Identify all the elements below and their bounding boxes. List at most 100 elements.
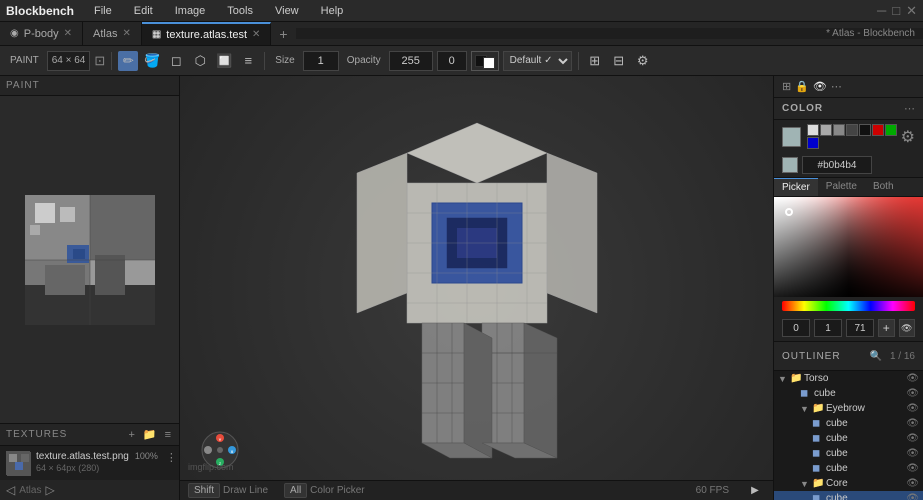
eyebrow-cube-2[interactable]: ◼ cube 👁 bbox=[774, 431, 923, 446]
fill-tool[interactable]: 🪣 bbox=[142, 51, 162, 71]
hue-slider[interactable] bbox=[782, 301, 915, 311]
color-gradient[interactable] bbox=[774, 197, 923, 297]
core-cube-selected[interactable]: ◼ cube 👁 bbox=[774, 491, 923, 500]
group-core: ▼ 📁 Core 👁 ◼ cube 👁 bbox=[774, 476, 923, 500]
pencil-tool[interactable]: ✏ bbox=[118, 51, 138, 71]
select-tool[interactable]: ⬡ bbox=[190, 51, 210, 71]
color-eye-btn[interactable]: 👁 bbox=[899, 319, 916, 337]
tab-add-button[interactable]: + bbox=[271, 26, 295, 42]
hex-color-input[interactable] bbox=[802, 156, 872, 174]
color-picker-area[interactable] bbox=[774, 197, 923, 297]
menu-tools[interactable]: Tools bbox=[221, 3, 259, 19]
group-eyebrow: ▼ 📁 Eyebrow 👁 ◼ cube 👁 bbox=[774, 401, 923, 476]
texture-prev-btn[interactable]: ◁ bbox=[6, 483, 15, 497]
view-icon-dots[interactable]: ⋯ bbox=[831, 80, 842, 93]
outliner-count: 1 / 16 bbox=[890, 351, 915, 362]
swatch-green[interactable] bbox=[885, 124, 897, 136]
all-btn[interactable]: All bbox=[284, 483, 307, 498]
window-close[interactable]: ✕ bbox=[906, 3, 917, 19]
eb3-eye[interactable]: 👁 bbox=[906, 448, 919, 459]
menu-file[interactable]: File bbox=[88, 3, 118, 19]
torso-cube-item[interactable]: ◼ cube 👁 bbox=[774, 386, 923, 401]
eyebrow-eye-icon[interactable]: 👁 bbox=[906, 403, 919, 414]
brush-size-input[interactable] bbox=[303, 51, 339, 71]
menu-help[interactable]: Help bbox=[315, 3, 350, 19]
texture-item-menu-0[interactable]: ⋮ bbox=[164, 451, 179, 464]
texture-menu-icon[interactable]: ≡ bbox=[163, 429, 173, 441]
texture-next-btn[interactable]: ▷ bbox=[45, 483, 54, 497]
texture-item-0[interactable]: texture.atlas.test.png 64 × 64px (280) 1… bbox=[0, 448, 179, 478]
erase-tool[interactable]: ◻ bbox=[166, 51, 186, 71]
viewport[interactable]: Y X Z imgflip.com Shift Draw Line All Co… bbox=[180, 76, 773, 500]
view-icon-grid[interactable]: ⊞ bbox=[782, 80, 791, 93]
group-torso-header[interactable]: ▼ 📁 Torso 👁 bbox=[774, 371, 923, 386]
main-color-swatch[interactable] bbox=[782, 127, 801, 147]
settings-icon[interactable]: ⚙ bbox=[633, 51, 653, 71]
menu-view[interactable]: View bbox=[269, 3, 305, 19]
color-settings-icon[interactable]: ⚙ bbox=[901, 127, 915, 147]
swatch-white[interactable] bbox=[807, 124, 819, 136]
more-tool[interactable]: ≡ bbox=[238, 51, 258, 71]
texture-add-icon[interactable]: + bbox=[126, 429, 136, 441]
offset-input[interactable] bbox=[437, 51, 467, 71]
palette-tab[interactable]: Palette bbox=[818, 178, 865, 196]
status-shift: Shift Draw Line bbox=[188, 483, 268, 498]
menu-edit[interactable]: Edit bbox=[128, 3, 159, 19]
v-input[interactable] bbox=[846, 319, 874, 337]
texture-footer: ◁ Atlas ▷ bbox=[0, 480, 179, 500]
tab-close-p-body[interactable]: ✕ bbox=[64, 28, 72, 39]
color-panel-header: COLOR ⋯ bbox=[774, 98, 923, 120]
paint-canvas[interactable] bbox=[25, 195, 155, 325]
view-icon-lock[interactable]: 🔒 bbox=[795, 80, 809, 93]
torso-eye-icon[interactable]: 👁 bbox=[906, 373, 919, 384]
tab-close-atlas[interactable]: ✕ bbox=[122, 28, 130, 39]
eb2-eye[interactable]: 👁 bbox=[906, 433, 919, 444]
swatch-blue[interactable] bbox=[807, 137, 819, 149]
texture-icons: + 📁 ≡ bbox=[126, 428, 173, 441]
grid-icon[interactable]: ⊞ bbox=[585, 51, 605, 71]
s-input[interactable] bbox=[814, 319, 842, 337]
eyebrow-cube-name-3: cube bbox=[826, 448, 904, 459]
swatch-dgray[interactable] bbox=[846, 124, 858, 136]
tab-atlas[interactable]: Atlas ✕ bbox=[83, 22, 142, 45]
swatch-lgray[interactable] bbox=[820, 124, 832, 136]
eyebrow-cube-3[interactable]: ◼ cube 👁 bbox=[774, 446, 923, 461]
window-maximize[interactable]: □ bbox=[892, 3, 900, 18]
color-picker-tool[interactable]: 🔲 bbox=[214, 51, 234, 71]
color-swatch-main[interactable] bbox=[471, 51, 499, 71]
view-icon-eye[interactable]: 👁 bbox=[813, 80, 827, 93]
eyebrow-cube-4[interactable]: ◼ cube 👁 bbox=[774, 461, 923, 476]
menu-image[interactable]: Image bbox=[169, 3, 212, 19]
torso-cube-eye[interactable]: 👁 bbox=[906, 388, 919, 399]
texture-folder-icon[interactable]: 📁 bbox=[141, 428, 159, 441]
eb4-eye[interactable]: 👁 bbox=[906, 463, 919, 474]
group-core-header[interactable]: ▼ 📁 Core 👁 bbox=[774, 476, 923, 491]
core-folder-icon: 📁 bbox=[812, 478, 824, 489]
tab-texture-atlas[interactable]: ▦ texture.atlas.test ✕ bbox=[142, 22, 272, 45]
eyebrow-cube-1[interactable]: ◼ cube 👁 bbox=[774, 416, 923, 431]
swatch-black[interactable] bbox=[859, 124, 871, 136]
h-input[interactable] bbox=[782, 319, 810, 337]
tab-close-texture[interactable]: ✕ bbox=[252, 29, 260, 40]
paint-canvas-area[interactable] bbox=[0, 96, 179, 423]
color-panel-menu[interactable]: ⋯ bbox=[904, 102, 915, 115]
eb1-eye[interactable]: 👁 bbox=[906, 418, 919, 429]
swatch-mgray[interactable] bbox=[833, 124, 845, 136]
group-eyebrow-header[interactable]: ▼ 📁 Eyebrow 👁 bbox=[774, 401, 923, 416]
layout-icon[interactable]: ⊟ bbox=[609, 51, 629, 71]
picker-cursor bbox=[785, 208, 793, 216]
fps-settings-icon[interactable]: ▶ bbox=[745, 481, 765, 500]
opacity-input[interactable] bbox=[389, 51, 433, 71]
core-c1-eye[interactable]: 👁 bbox=[906, 493, 919, 500]
shift-btn[interactable]: Shift bbox=[188, 483, 220, 498]
swatch-red[interactable] bbox=[872, 124, 884, 136]
preset-select[interactable]: Default ✓ bbox=[503, 51, 572, 71]
picker-tab[interactable]: Picker bbox=[774, 178, 818, 196]
both-tab[interactable]: Both bbox=[865, 178, 902, 196]
window-minimize[interactable]: ─ bbox=[877, 3, 886, 18]
tab-p-body[interactable]: ◉ P-body ✕ bbox=[0, 22, 83, 45]
color-add-btn[interactable]: + bbox=[878, 319, 895, 337]
core-eye-icon[interactable]: 👁 bbox=[906, 478, 919, 489]
group-torso: ▼ 📁 Torso 👁 ◼ cube 👁 bbox=[774, 371, 923, 500]
outliner-search-icon[interactable]: 🔍 bbox=[866, 346, 886, 366]
